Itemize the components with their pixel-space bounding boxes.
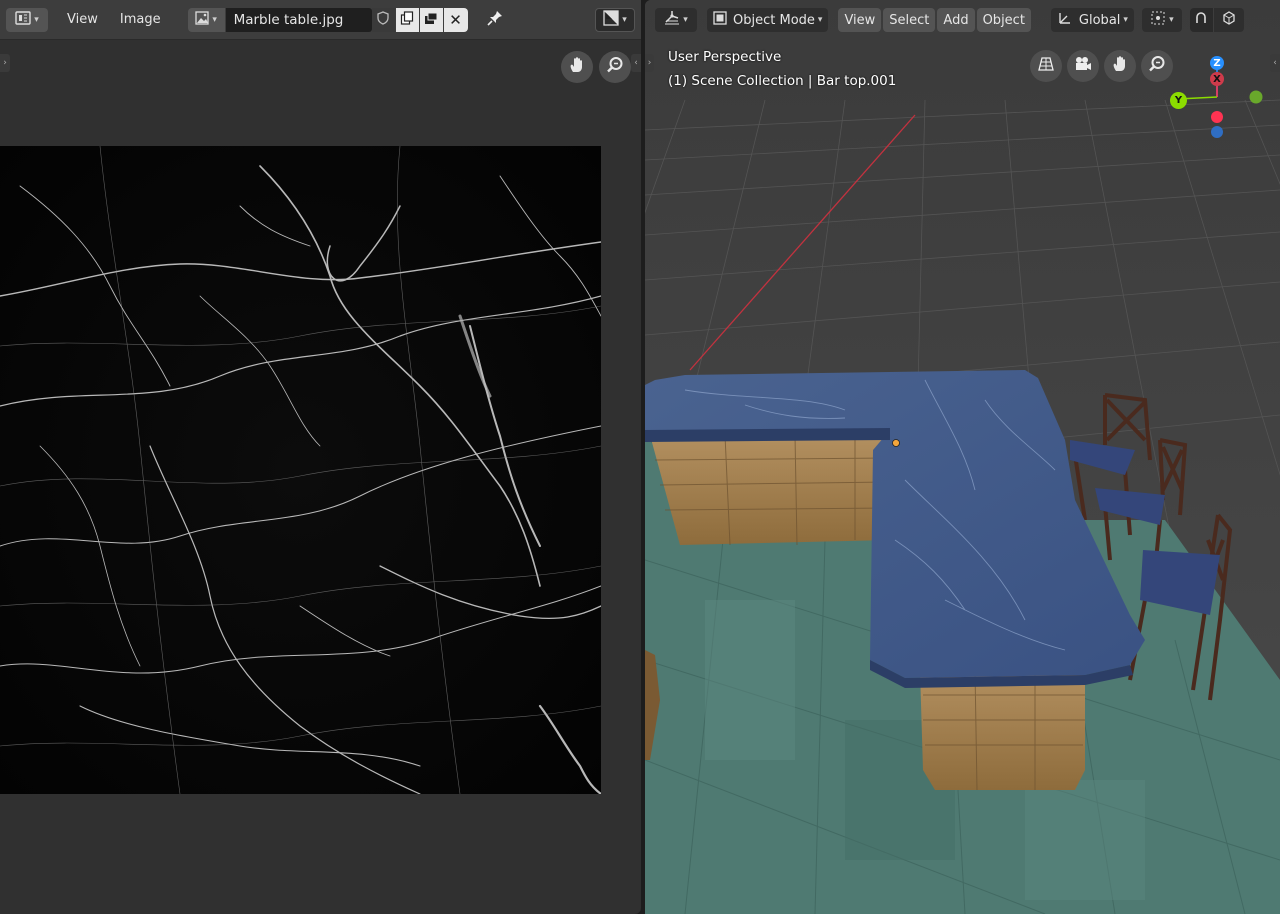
menu-add[interactable]: Add <box>937 8 975 32</box>
unlink-image-button[interactable]: ✕ <box>443 7 468 32</box>
snap-icon <box>1194 11 1208 29</box>
blender-window: View Image Marble table.jpg <box>0 0 1280 914</box>
view-name-label: User Perspective <box>668 49 782 65</box>
transform-orientation-icon <box>1057 10 1073 30</box>
zoom-icon <box>606 56 624 78</box>
gizmo-z-axis[interactable]: Z <box>1210 56 1224 70</box>
pivot-point-button[interactable] <box>1141 8 1182 32</box>
transform-orientation-dropdown[interactable]: Global <box>1050 8 1134 32</box>
pin-icon <box>486 9 504 31</box>
image-canvas[interactable] <box>0 146 601 794</box>
render-slot-icon <box>424 11 438 29</box>
image-editor-header: View Image Marble table.jpg <box>0 0 641 40</box>
snap-toggle[interactable] <box>1189 8 1214 32</box>
toggle-orthographic-button[interactable] <box>1030 50 1062 82</box>
mode-label: Object Mode <box>733 12 815 28</box>
image-editor-icon <box>15 10 31 30</box>
duplicate-image-button[interactable] <box>395 7 420 32</box>
camera-view-button[interactable] <box>1067 50 1099 82</box>
menu-object[interactable]: Object <box>976 8 1031 32</box>
right-region-toggle[interactable]: ‹ <box>631 54 641 72</box>
left-region-toggle[interactable]: › <box>0 54 10 72</box>
menu-view[interactable]: View <box>838 8 882 32</box>
pivot-point-icon <box>1150 10 1166 30</box>
hand-pan-icon <box>1111 55 1129 77</box>
gizmo-x-axis[interactable]: X <box>1210 72 1224 86</box>
menu-image[interactable]: Image <box>111 8 170 32</box>
fake-user-shield-icon <box>376 10 390 29</box>
area-divider[interactable] <box>641 0 645 914</box>
hand-pan-icon <box>568 56 586 78</box>
3d-viewport-icon <box>664 10 680 30</box>
collection-info-label: (1) Scene Collection | Bar top.001 <box>668 73 897 89</box>
duplicate-image-icon <box>400 10 414 29</box>
editor-type-button[interactable] <box>655 8 697 32</box>
camera-view-icon <box>1074 55 1092 77</box>
image-name-field[interactable]: Marble table.jpg <box>225 7 372 32</box>
viewport-header: Object Mode View Select Add Object Globa… <box>645 0 1280 40</box>
pin-button[interactable] <box>480 8 510 32</box>
orthographic-toggle-icon <box>1037 55 1055 77</box>
fake-user-button[interactable] <box>371 7 396 32</box>
viewport-shading-icon <box>1221 10 1237 30</box>
render-slot-button[interactable] <box>419 7 444 32</box>
editor-type-button[interactable] <box>6 7 48 32</box>
object-mode-icon <box>713 11 727 29</box>
image-editor-area: View Image Marble table.jpg <box>0 0 641 914</box>
marble-texture-image <box>0 146 601 794</box>
menu-view[interactable]: View <box>58 8 107 32</box>
navigation-gizmo[interactable]: Z X Y <box>1165 52 1265 147</box>
viewport-left-toggle[interactable]: › <box>645 54 654 72</box>
mode-dropdown[interactable]: Object Mode <box>707 8 829 32</box>
viewport-shading-button[interactable] <box>1213 8 1244 32</box>
gizmo-y-axis[interactable]: Y <box>1170 92 1187 109</box>
3d-viewport-area[interactable]: Object Mode View Select Add Object Globa… <box>645 0 1280 914</box>
image-browse-icon <box>195 10 209 29</box>
zoom-icon <box>1148 55 1166 77</box>
right-sidebar-toggle[interactable]: ‹ <box>1270 54 1280 72</box>
image-browse-button[interactable] <box>187 7 226 32</box>
pan-button[interactable] <box>1104 50 1136 82</box>
transform-orientation-label: Global <box>1078 12 1121 28</box>
zoom-button[interactable] <box>599 51 631 83</box>
display-channels-button[interactable] <box>595 7 635 32</box>
menu-select[interactable]: Select <box>883 8 936 32</box>
pan-button[interactable] <box>561 51 593 83</box>
close-icon: ✕ <box>449 10 462 29</box>
display-channels-icon <box>603 9 619 30</box>
